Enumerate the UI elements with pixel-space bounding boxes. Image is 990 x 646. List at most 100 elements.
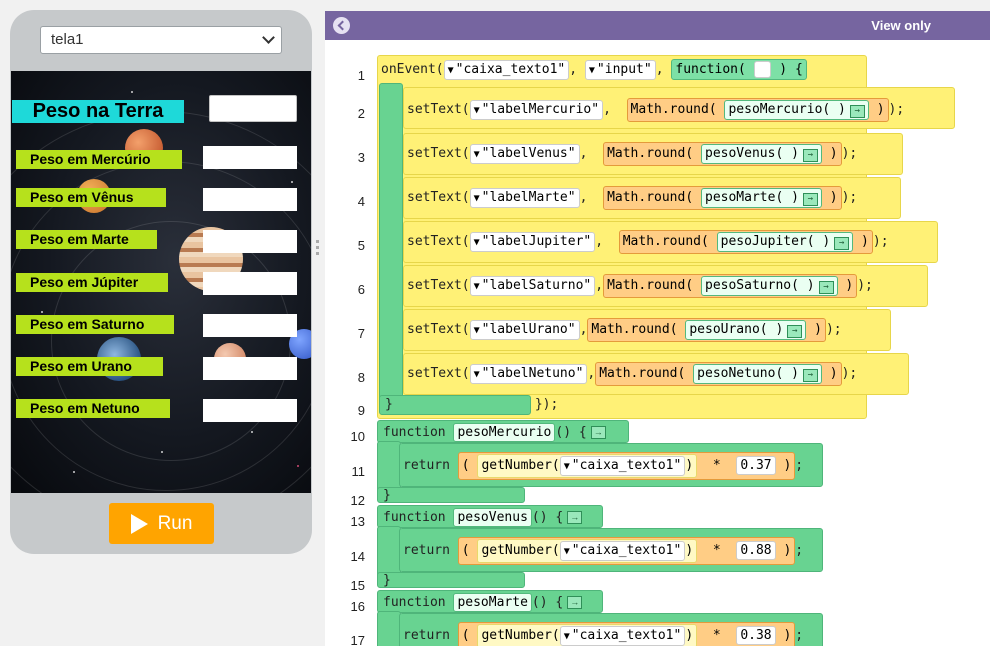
settext-target-dropdown[interactable]: ▼ "labelVenus" [469, 143, 580, 164]
collapse-icon[interactable] [333, 17, 350, 34]
getnumber-arg-dropdown[interactable]: ▼ "caixa_texto1" [559, 625, 686, 646]
line-number: 15 [350, 578, 365, 593]
view-only-label: View only [871, 18, 931, 33]
settext-target-dropdown[interactable]: ▼ "labelUrano" [469, 319, 580, 340]
return-arrow-icon: → [834, 236, 850, 250]
result-marte [203, 230, 297, 253]
function-keyword-block[interactable]: function( ) { [671, 59, 807, 80]
result-jupiter [203, 272, 297, 295]
line-number: 8 [357, 370, 365, 385]
getnumber-arg-dropdown[interactable]: ▼ "caixa_texto1" [559, 540, 686, 561]
settext-target-dropdown[interactable]: ▼ "labelNetuno" [469, 363, 588, 384]
math-round-block[interactable]: Math.round( pesoNetuno( ) → ) [595, 361, 842, 386]
code-line-17: return ( getNumber(▼ "caixa_texto1") * 0.… [403, 619, 803, 646]
event-target-dropdown[interactable]: ▼ "caixa_texto1" [443, 59, 570, 80]
result-urano [203, 357, 297, 380]
math-round-block[interactable]: Math.round( pesoMarte( ) → ) [603, 185, 842, 210]
app-preview-phone: tela1 Peso na Terra Peso em Mercúrio Pes… [10, 10, 312, 554]
code-line-16: function pesoMarte() {→ [383, 586, 583, 619]
settext-target-dropdown[interactable]: ▼ "labelMercurio" [469, 99, 604, 120]
function-name-chip[interactable]: pesoMarte [453, 593, 532, 612]
function-call-chip[interactable]: pesoJupiter( ) → [716, 231, 854, 252]
code-line-5: setText( ▼ "labelJupiter" , Math.round( p… [407, 225, 889, 258]
code-line-11: return ( getNumber(▼ "caixa_texto1") * 0.… [403, 449, 803, 482]
line-number: 13 [350, 514, 365, 529]
code-line-13: function pesoVenus() {→ [383, 501, 583, 534]
line-number: 11 [351, 464, 366, 479]
function-name-chip[interactable]: pesoMercurio [453, 423, 556, 442]
multiply-block[interactable]: ( getNumber(▼ "caixa_texto1") * 0.88 ) [457, 536, 796, 565]
math-round-block[interactable]: Math.round( pesoMercurio( ) → ) [626, 97, 889, 122]
code-line-3: setText( ▼ "labelVenus" , Math.round( pes… [407, 137, 857, 170]
getnumber-block[interactable]: getNumber(▼ "caixa_texto1") [477, 538, 698, 563]
math-round-block[interactable]: Math.round( pesoUrano( ) → ) [587, 317, 826, 342]
screen-select-value: tela1 [51, 31, 84, 48]
screen-select[interactable]: tela1 [40, 26, 282, 54]
label-peso-marte: Peso em Marte [16, 230, 157, 249]
number-literal[interactable]: 0.37 [736, 455, 776, 475]
line-number: 12 [350, 493, 365, 508]
label-peso-netuno: Peso em Netuno [16, 399, 170, 418]
label-peso-mercurio: Peso em Mercúrio [16, 150, 182, 169]
function-call-chip[interactable]: pesoMercurio( ) → [724, 99, 869, 120]
getnumber-arg-dropdown[interactable]: ▼ "caixa_texto1" [559, 455, 686, 476]
label-peso-venus: Peso em Vênus [16, 188, 166, 207]
code-line-6: setText( ▼ "labelSaturno" , Math.round( p… [407, 269, 873, 302]
math-round-block[interactable]: Math.round( pesoSaturno( ) → ) [603, 273, 858, 298]
return-arrow-icon: → [802, 368, 818, 382]
settext-target-dropdown[interactable]: ▼ "labelMarte" [469, 187, 580, 208]
math-round-block[interactable]: Math.round( pesoVenus( ) → ) [603, 141, 842, 166]
line-number: 4 [357, 194, 365, 209]
function-body-block [379, 83, 403, 413]
return-arrow-icon: → [590, 426, 606, 439]
multiply-block[interactable]: ( getNumber(▼ "caixa_texto1") * 0.37 ) [457, 451, 796, 480]
editor-header: View only [325, 11, 990, 40]
getnumber-block[interactable]: getNumber(▼ "caixa_texto1") [477, 453, 698, 478]
return-arrow-icon: → [802, 148, 818, 162]
function-call-chip[interactable]: pesoVenus( ) → [701, 143, 822, 164]
return-arrow-icon: → [787, 324, 803, 338]
line-number: 9 [357, 403, 365, 418]
return-arrow-icon: → [567, 596, 583, 609]
line-number: 10 [350, 429, 365, 444]
run-label: Run [157, 512, 193, 534]
function-call-chip[interactable]: pesoSaturno( ) → [701, 275, 838, 296]
result-venus [203, 188, 297, 211]
line-number: 14 [350, 549, 365, 564]
number-literal[interactable]: 0.88 [736, 540, 776, 560]
function-name-chip[interactable]: pesoVenus [453, 508, 532, 527]
code-line-7: setText( ▼ "labelUrano" , Math.round( pes… [407, 313, 842, 346]
multiply-block[interactable]: ( getNumber(▼ "caixa_texto1") * 0.38 ) [457, 621, 796, 646]
code-line-10: function pesoMercurio() {→ [383, 416, 606, 449]
play-icon [130, 513, 148, 534]
code-line-2: setText( ▼ "labelMercurio" , Math.round( … [407, 93, 904, 126]
label-peso-jupiter: Peso em Júpiter [16, 273, 168, 292]
return-arrow-icon: → [802, 192, 818, 206]
function-call-chip[interactable]: pesoNetuno( ) → [693, 363, 822, 384]
event-type-dropdown[interactable]: ▼ "input" [584, 59, 656, 80]
pane-resize-handle[interactable] [316, 240, 320, 260]
onevent-keyword: onEvent [381, 62, 436, 77]
code-line-1: onEvent ( ▼ "caixa_texto1" , ▼ "input" , f… [381, 53, 807, 86]
return-arrow-icon: → [849, 104, 865, 118]
line-number: 7 [357, 326, 365, 341]
run-button[interactable]: Run [109, 503, 214, 544]
function-call-chip[interactable]: pesoUrano( ) → [685, 319, 807, 340]
weight-input[interactable] [209, 95, 297, 122]
line-number: 1 [357, 68, 365, 83]
line-number: 3 [357, 150, 365, 165]
settext-target-dropdown[interactable]: ▼ "labelJupiter" [469, 231, 596, 252]
label-peso-urano: Peso em Urano [16, 357, 163, 376]
function-call-chip[interactable]: pesoMarte( ) → [701, 187, 822, 208]
getnumber-block[interactable]: getNumber(▼ "caixa_texto1") [477, 623, 698, 646]
code-line-8: setText( ▼ "labelNetuno" , Math.round( pe… [407, 357, 857, 390]
label-peso-saturno: Peso em Saturno [16, 315, 174, 334]
return-arrow-icon: → [567, 511, 583, 524]
line-number: 2 [357, 106, 365, 121]
number-literal[interactable]: 0.38 [736, 625, 776, 645]
page-title: Peso na Terra [12, 100, 184, 123]
math-round-block[interactable]: Math.round( pesoJupiter( ) → ) [618, 229, 873, 254]
settext-target-dropdown[interactable]: ▼ "labelSaturno" [469, 275, 596, 296]
result-mercurio [203, 146, 297, 169]
return-arrow-icon: → [818, 280, 834, 294]
